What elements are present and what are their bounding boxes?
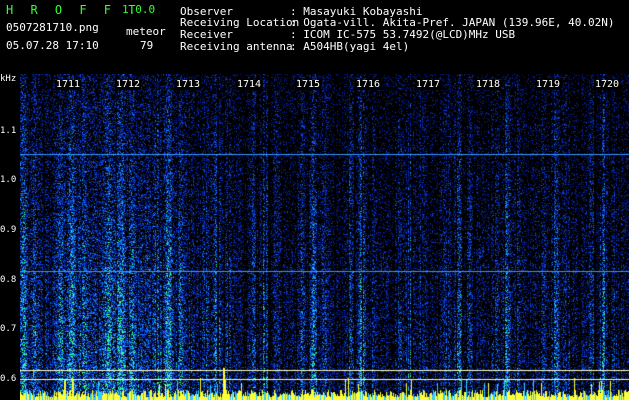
antenna-value: : A504HB(yagi 4el)	[290, 40, 410, 53]
time-tick-label: 1715	[295, 79, 322, 90]
spectrogram-canvas	[20, 74, 629, 400]
time-tick-label: 1711	[55, 79, 82, 90]
y-tick-label: 0.6	[0, 374, 17, 384]
program-version: 1.0.0	[122, 3, 156, 16]
program-title: H R O F F T	[6, 3, 141, 17]
time-tick-label: 1714	[236, 79, 263, 90]
y-tick-label: 0.8	[0, 275, 17, 285]
y-tick-label: 0.7	[0, 324, 17, 334]
time-tick-label: 1718	[475, 79, 502, 90]
frequency-unit-label: kHz	[0, 74, 17, 84]
antenna-label: Receiving antenna	[180, 40, 293, 53]
time-tick-label: 1717	[415, 79, 442, 90]
frequency-axis: kHz 1.1 1.0 0.9 0.8 0.7 0.6	[0, 74, 20, 400]
time-tick-label: 1719	[535, 79, 562, 90]
time-tick-label: 1713	[175, 79, 202, 90]
file-name: 0507281710.png	[6, 21, 99, 34]
y-tick-label: 1.0	[0, 175, 17, 185]
meteor-label: meteor	[126, 25, 166, 38]
meteor-count: 79	[140, 39, 154, 52]
header-panel: H R O F F T 1.0.0 0507281710.png meteor …	[0, 0, 629, 72]
time-tick-label: 1720	[594, 79, 621, 90]
y-tick-label: 1.1	[0, 126, 17, 136]
time-tick-label: 1712	[115, 79, 142, 90]
y-tick-label: 0.9	[0, 225, 17, 235]
observation-datetime: 05.07.28 17:10	[6, 39, 99, 52]
time-tick-label: 1716	[355, 79, 382, 90]
